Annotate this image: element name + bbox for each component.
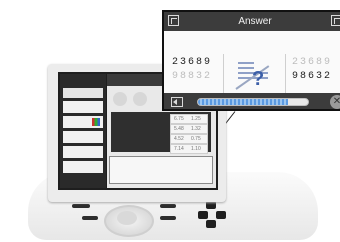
sidebar-item[interactable] <box>63 88 103 98</box>
answer-callout: Answer 23689 98832 ? 23689 98632 <box>162 10 340 111</box>
cell: 0.75 <box>191 136 201 142</box>
resize-icon[interactable] <box>168 15 179 26</box>
maximize-icon[interactable] <box>331 15 340 26</box>
knob-center[interactable] <box>117 211 137 225</box>
dial-left <box>113 92 127 106</box>
callout-title: Answer <box>238 16 272 27</box>
dpad-down[interactable] <box>206 220 216 228</box>
sidebar-item[interactable] <box>63 131 103 143</box>
base-key[interactable] <box>160 216 176 220</box>
answer-options: 23689 98832 ? 23689 98632 <box>164 31 340 106</box>
dpad-up[interactable] <box>206 201 216 209</box>
close-icon[interactable]: ✕ <box>330 95 340 109</box>
cell: 1.32 <box>191 126 201 132</box>
left-number: 23689 <box>172 57 213 68</box>
scene: 6.75 1.25 5.48 1.32 4.52 0.75 7.14 1.10 … <box>0 0 340 242</box>
dpad-left[interactable] <box>198 211 208 219</box>
cell: 1.10 <box>191 146 201 152</box>
progress-fill <box>198 99 289 105</box>
right-number: 98632 <box>292 71 333 82</box>
sidebar-item[interactable] <box>63 146 103 158</box>
callout-bottom-bar: ✕ <box>164 93 340 109</box>
table-row: 4.52 0.75 <box>170 134 208 144</box>
dial-right <box>133 92 147 106</box>
back-arrow-icon[interactable] <box>171 97 183 107</box>
chart-icon <box>92 118 100 126</box>
callout-titlebar: Answer <box>164 12 340 31</box>
table-row: 7.14 1.10 <box>170 144 208 154</box>
dpad-right[interactable] <box>216 211 226 219</box>
cell: 4.52 <box>174 136 184 142</box>
right-number-faded: 23689 <box>292 57 333 68</box>
mini-answer-panel <box>109 156 213 184</box>
cell: 7.14 <box>174 146 184 152</box>
line-icon <box>238 62 254 64</box>
progress-track <box>197 98 309 106</box>
left-number-faded: 98832 <box>172 71 213 82</box>
sidebar-item[interactable] <box>63 161 103 173</box>
sidebar-item[interactable] <box>63 101 103 113</box>
cell: 6.75 <box>174 116 184 122</box>
question-mark: ? <box>252 68 265 90</box>
cell: 5.48 <box>174 126 184 132</box>
cell: 1.25 <box>191 116 201 122</box>
table-row: 6.75 1.25 <box>170 114 208 124</box>
screen-sidebar <box>60 74 106 188</box>
base-key[interactable] <box>160 204 176 208</box>
base-key[interactable] <box>82 216 98 220</box>
table-row: 5.48 1.32 <box>170 124 208 134</box>
base-key[interactable] <box>72 204 90 208</box>
